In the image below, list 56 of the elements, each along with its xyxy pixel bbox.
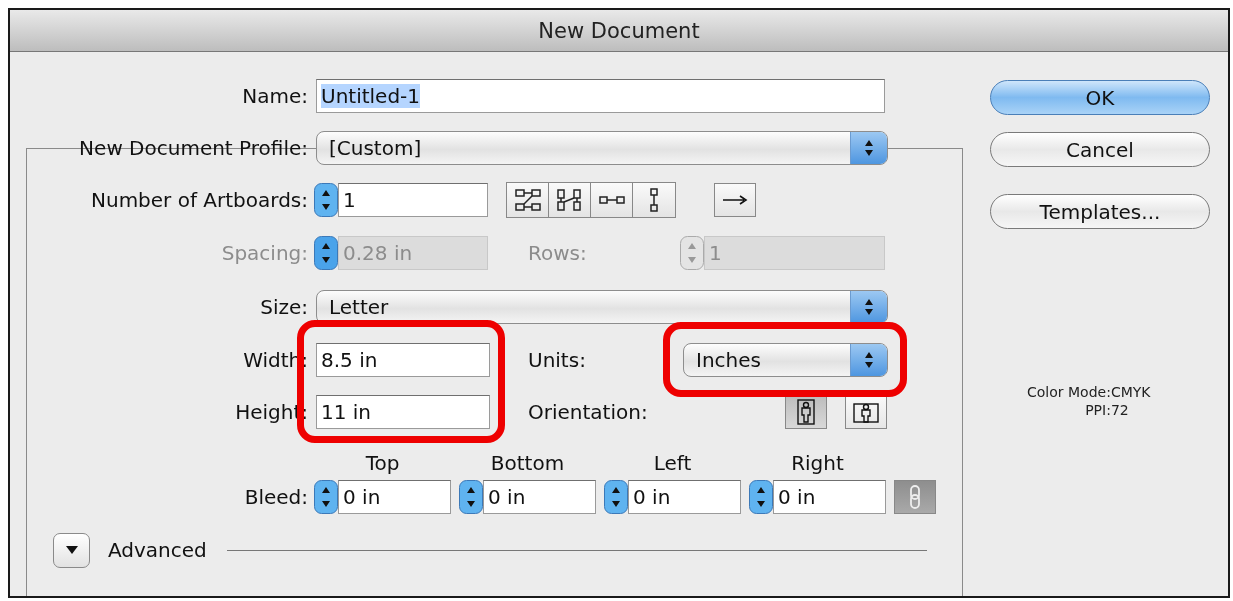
chain-link-icon — [909, 485, 921, 509]
default-button[interactable]: OK — [990, 80, 1210, 115]
info-value: CMYK — [1110, 384, 1151, 400]
person-icon — [853, 401, 879, 423]
field-label: Rows: — [528, 241, 588, 265]
layout-button[interactable] — [633, 183, 675, 217]
dialog-button[interactable]: Templates... — [990, 194, 1210, 229]
person-icon — [795, 399, 817, 425]
name-field[interactable]: Untitled-1 — [316, 79, 885, 113]
field-label: New Document Profile: — [78, 136, 308, 160]
artboards-field[interactable]: 1 — [338, 183, 488, 217]
profile-dropdown[interactable]: [Custom] — [316, 131, 888, 165]
info-label: Color Mode: — [1027, 384, 1111, 400]
field-label: Name: — [241, 84, 308, 108]
field-label: Orientation: — [528, 400, 649, 424]
orientation-button[interactable] — [785, 395, 827, 429]
column-layout-icon — [650, 188, 658, 212]
stepper-icon[interactable] — [459, 480, 483, 514]
field-label: Bleed: — [243, 485, 308, 509]
width-field[interactable]: 8.5 in — [316, 343, 490, 377]
disclosure-button[interactable] — [53, 532, 90, 568]
info-value: 72 — [1110, 402, 1130, 418]
bleed-field[interactable]: 0 in — [773, 480, 886, 514]
layout-button[interactable] — [507, 183, 549, 217]
size-dropdown[interactable]: Letter — [316, 290, 888, 324]
stepper-icon[interactable] — [314, 236, 338, 270]
field-label: Number of Artboards: — [90, 188, 308, 212]
stepper-icon[interactable] — [604, 480, 628, 514]
stepper-icon[interactable] — [749, 480, 773, 514]
info-label: PPI: — [1084, 402, 1111, 418]
stepper-icon[interactable] — [314, 183, 338, 217]
units-dropdown[interactable]: Inches — [683, 343, 888, 377]
field-label: Units: — [528, 348, 587, 372]
bleed-field[interactable]: 0 in — [628, 480, 741, 514]
bleed-field[interactable]: 0 in — [338, 480, 451, 514]
direction-button[interactable] — [714, 183, 756, 217]
layout-button[interactable] — [591, 183, 633, 217]
triangle-icon — [64, 545, 79, 555]
column-heading: Right — [790, 451, 845, 475]
stepper-icon[interactable] — [314, 480, 338, 514]
bleed-field[interactable]: 0 in — [483, 480, 596, 514]
grid-layout-icon — [555, 188, 584, 212]
column-heading: Left — [652, 451, 693, 475]
column-heading: Bottom — [489, 451, 566, 475]
field-label: Spacing: — [220, 241, 308, 265]
field-label: Size: — [259, 295, 308, 319]
section-label: Advanced — [108, 538, 207, 562]
orientation-button[interactable] — [845, 395, 887, 429]
arrow-right-icon — [722, 195, 748, 205]
dialog-button[interactable]: Cancel — [990, 132, 1210, 167]
window-title: New Document — [538, 18, 700, 43]
grid-layout-icon — [513, 188, 542, 212]
height-field[interactable]: 11 in — [316, 395, 490, 429]
layout-button[interactable] — [549, 183, 591, 217]
column-heading: Top — [364, 451, 401, 475]
link-button[interactable] — [894, 480, 936, 514]
